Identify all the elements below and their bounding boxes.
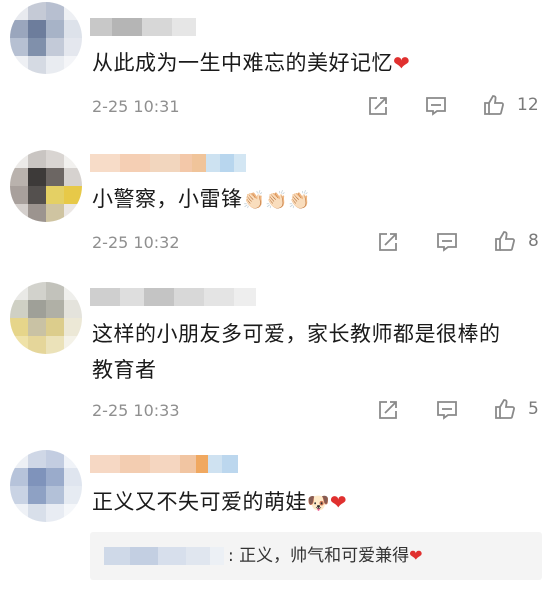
share-icon[interactable]	[376, 230, 400, 254]
timestamp: 2-25 10:32	[92, 233, 180, 252]
thumbs-up-icon[interactable]	[482, 93, 506, 117]
comment-icon[interactable]	[435, 398, 459, 422]
clapping-hands-emoji: 👏🏻👏🏻👏🏻	[242, 190, 312, 211]
comment-text: 小警察，小雷锋👏🏻👏🏻👏🏻	[92, 181, 311, 219]
comment-text: 这样的小朋友多可爱，家长教师都是很棒的 教育者	[92, 316, 501, 388]
avatar[interactable]	[10, 450, 82, 522]
avatar[interactable]	[10, 282, 82, 354]
comment-text-content: 正义又不失可爱的萌娃	[92, 490, 307, 514]
comment-icon[interactable]	[435, 230, 459, 254]
share-icon[interactable]	[376, 398, 400, 422]
avatar[interactable]	[10, 150, 82, 222]
avatar[interactable]	[10, 2, 82, 74]
reply-username-blurred[interactable]	[104, 547, 224, 565]
comment-text-content: 小警察，小雷锋	[92, 187, 243, 211]
thumbs-up-icon[interactable]	[493, 397, 517, 421]
username-blurred[interactable]	[90, 288, 256, 306]
share-icon[interactable]	[366, 94, 390, 118]
username-blurred[interactable]	[90, 455, 238, 473]
thumbs-up-icon[interactable]	[493, 229, 517, 253]
like-count: 8	[528, 231, 539, 251]
comment-text-line2: 教育者	[92, 358, 157, 382]
reply-text: : 正义，帅气和可爱兼得❤	[228, 542, 423, 570]
timestamp: 2-25 10:31	[92, 97, 180, 116]
like-count: 12	[517, 95, 539, 115]
reply-preview[interactable]: : 正义，帅气和可爱兼得❤	[90, 532, 542, 580]
comment-text: 从此成为一生中难忘的美好记忆❤	[92, 45, 410, 81]
heart-emoji: ❤	[393, 51, 411, 75]
comment-icon[interactable]	[424, 94, 448, 118]
timestamp: 2-25 10:33	[92, 401, 180, 420]
heart-emoji: ❤	[409, 546, 423, 565]
username-blurred[interactable]	[90, 18, 196, 36]
comment-text-content: 从此成为一生中难忘的美好记忆	[92, 51, 393, 75]
dog-face-emoji: 🐶	[307, 493, 330, 514]
like-count: 5	[528, 399, 539, 419]
comment-text-line1: 这样的小朋友多可爱，家长教师都是很棒的	[92, 322, 501, 346]
reply-text-content: : 正义，帅气和可爱兼得	[228, 546, 410, 566]
username-blurred[interactable]	[90, 154, 246, 172]
comment-text: 正义又不失可爱的萌娃🐶❤	[92, 484, 347, 522]
heart-emoji: ❤	[329, 490, 348, 514]
